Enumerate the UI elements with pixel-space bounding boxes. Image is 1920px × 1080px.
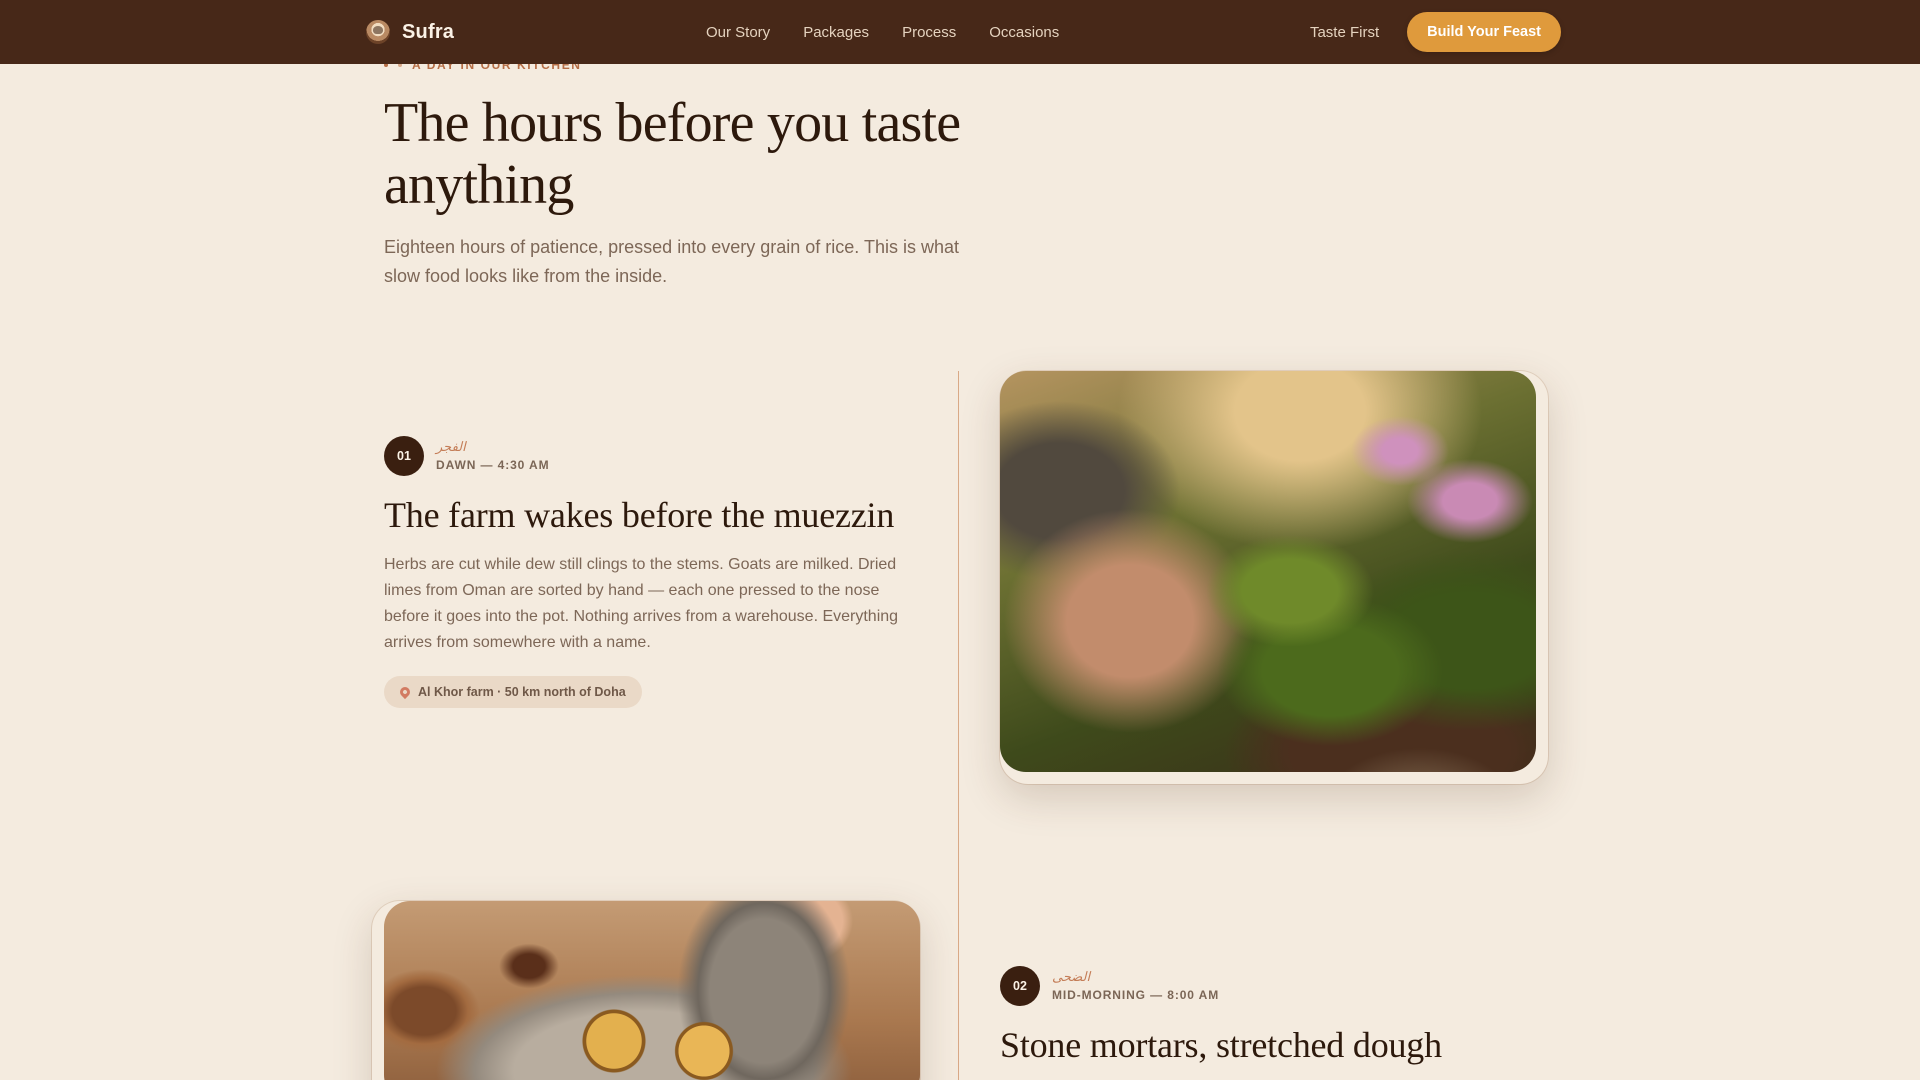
step-meta: الضحى MID-MORNING — 8:00 AM [1052, 970, 1219, 1002]
step-01-body: Herbs are cut while dew still clings to … [384, 556, 899, 651]
page-title: The hours before you taste anything [384, 92, 961, 216]
hands-harvesting-herbs-photo [1000, 371, 1536, 772]
chef-logo-icon [366, 20, 390, 44]
step-meta: الفجر DAWN — 4:30 AM [436, 440, 550, 472]
step-arabic-label: الضحى [1052, 970, 1091, 985]
nav-link-packages[interactable]: Packages [803, 24, 869, 41]
brand-name: Sufra [402, 20, 455, 43]
step-number-badge: 01 [384, 436, 424, 476]
map-pin-icon [397, 684, 413, 700]
brand[interactable]: Sufra [366, 0, 454, 64]
step-time-label: DAWN — 4:30 AM [436, 458, 550, 472]
location-chip: Al Khor farm · 50 km north of Doha [384, 676, 642, 708]
nav-actions: Taste First Build Your Feast [1310, 0, 1561, 64]
nav-link-occasions[interactable]: Occasions [989, 24, 1059, 41]
build-your-feast-button[interactable]: Build Your Feast [1407, 12, 1561, 52]
location-label: Al Khor farm · 50 km north of Doha [418, 685, 626, 699]
nav-link-process[interactable]: Process [902, 24, 956, 41]
step-02-header: 02 الضحى MID-MORNING — 8:00 AM [1000, 966, 1219, 1006]
step-01-title: The farm wakes before the muezzin [384, 495, 895, 535]
step-time-label: MID-MORNING — 8:00 AM [1052, 988, 1220, 1002]
top-nav: Sufra Our Story Packages Process Occasio… [0, 0, 1920, 64]
step-01-header: 01 الفجر DAWN — 4:30 AM [384, 436, 550, 476]
step-number-badge: 02 [1000, 966, 1040, 1006]
stone-mortar-dried-limes-photo [384, 901, 920, 1080]
page-subtitle: Eighteen hours of patience, pressed into… [384, 237, 959, 286]
taste-first-link[interactable]: Taste First [1310, 24, 1379, 41]
step-arabic-label: الفجر [436, 440, 466, 455]
nav-link-our-story[interactable]: Our Story [706, 24, 770, 41]
nav-links: Our Story Packages Process Occasions [706, 0, 1059, 64]
step-02-title: Stone mortars, stretched dough [1000, 1025, 1442, 1065]
timeline-divider [958, 371, 959, 1080]
